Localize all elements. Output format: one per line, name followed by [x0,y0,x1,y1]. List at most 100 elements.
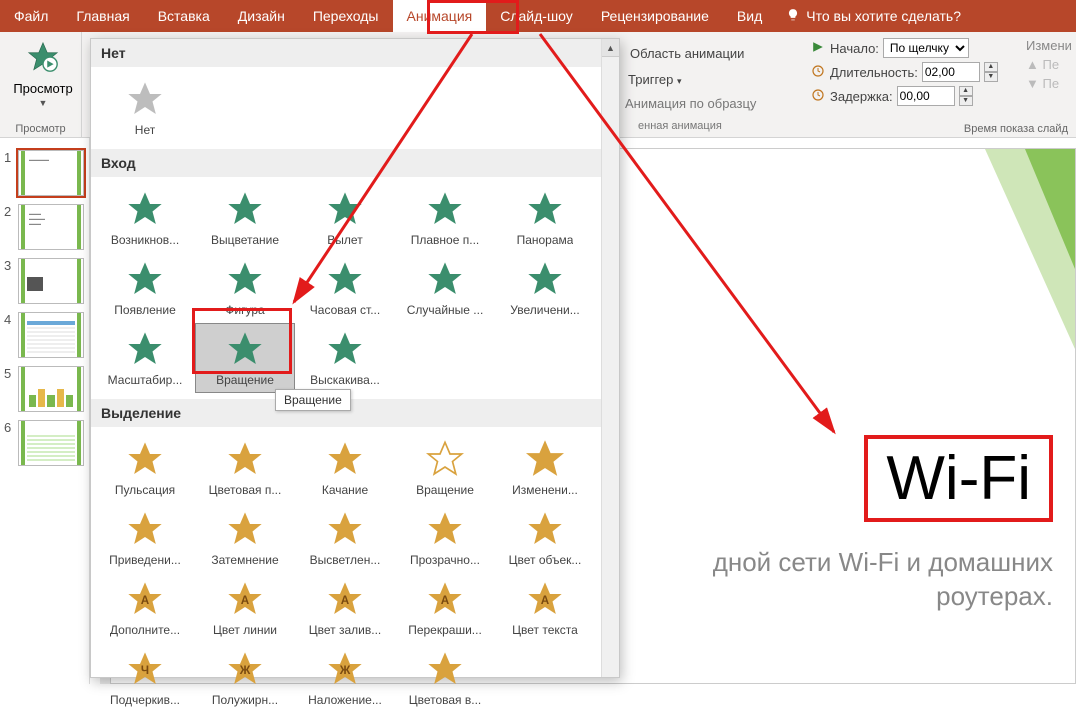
anim-emphasis-item[interactable]: A Перекраши... [395,573,495,643]
delay-spinner[interactable]: ▲▼ [959,86,973,106]
slide-thumb-6[interactable] [18,420,84,466]
anim-entrance-item[interactable]: Фигура [195,253,295,323]
tab-transitions[interactable]: Переходы [299,0,393,32]
anim-none-label: Нет [135,123,155,137]
duration-field[interactable] [922,62,980,82]
tell-me[interactable]: Что вы хотите сделать? [776,0,971,32]
duration-spinner[interactable]: ▲▼ [984,62,998,82]
start-select[interactable]: По щелчку [883,38,969,58]
anim-item-label: Пульсация [115,483,175,497]
anim-item-label: Изменени... [512,483,578,497]
star-emphasis-icon: A [525,579,565,619]
anim-item-label: Фигура [225,303,264,317]
anim-emphasis-item[interactable]: Приведени... [95,503,195,573]
thumb-number: 6 [4,420,16,435]
preview-star-icon [26,40,60,79]
svg-text:Ж: Ж [339,664,351,677]
anim-emphasis-item[interactable]: Ж Полужирн... [195,643,295,713]
slide-thumb-4[interactable] [18,312,84,358]
group-timing: Начало: По щелчку Длительность: ▲▼ Задер… [802,32,1006,108]
anim-emphasis-item[interactable]: A Цвет линии [195,573,295,643]
slide-thumb-2[interactable]: ▬▬▬▬▬▬▬▬▬▬ [18,204,84,250]
star-emphasis-icon: Ж [325,649,365,689]
anim-none[interactable]: Нет [95,73,195,143]
star-emphasis-icon [225,439,265,479]
anim-emphasis-item[interactable]: Цветовая в... [395,643,495,713]
anim-emphasis-item[interactable]: Пульсация [95,433,195,503]
anim-emphasis-item[interactable]: Прозрачно... [395,503,495,573]
anim-entrance-item[interactable]: Плавное п... [395,183,495,253]
slide-thumb-5[interactable] [18,366,84,412]
anim-emphasis-item[interactable]: A Цвет залив... [295,573,395,643]
anim-emphasis-item[interactable]: A Дополните... [95,573,195,643]
gallery-section-none: Нет [91,39,619,67]
move-later[interactable]: Пе [1042,76,1059,91]
anim-item-label: Высветлен... [310,553,381,567]
delay-field[interactable] [897,86,955,106]
scroll-up-icon[interactable]: ▲ [602,39,619,57]
move-earlier[interactable]: Пе [1042,57,1059,72]
trigger-button[interactable]: Триггер ▾ [628,72,682,87]
slide-thumb-3[interactable] [18,258,84,304]
animation-painter-button[interactable]: Анимация по образцу [625,96,756,111]
tab-file[interactable]: Файл [0,0,62,32]
anim-entrance-item[interactable]: Вылет [295,183,395,253]
star-none-icon [125,79,165,119]
anim-entrance-item[interactable]: Панорама [495,183,595,253]
anim-item-label: Появление [114,303,176,317]
tab-design[interactable]: Дизайн [224,0,299,32]
tab-review[interactable]: Рецензирование [587,0,723,32]
delay-label: Задержка: [830,89,893,104]
anim-entrance-item[interactable]: Масштабир... [95,323,195,393]
star-entrance-icon [525,189,565,229]
slide-thumb-1[interactable]: ▬▬▬▬▬ [18,150,84,196]
star-entrance-icon [325,329,365,369]
preview-button[interactable]: Просмотр ▼ [6,36,80,108]
tab-insert[interactable]: Вставка [144,0,224,32]
anim-emphasis-item[interactable]: Ч Подчеркив... [95,643,195,713]
anim-entrance-item[interactable]: Появление [95,253,195,323]
star-entrance-icon [425,259,465,299]
star-entrance-icon [525,259,565,299]
star-entrance-icon [125,189,165,229]
wifi-title-box[interactable]: Wi-Fi [864,435,1053,522]
star-entrance-icon [325,189,365,229]
star-emphasis-icon [325,509,365,549]
anim-emphasis-item[interactable]: Затемнение [195,503,295,573]
gallery-scrollbar[interactable]: ▲ [601,39,619,677]
anim-emphasis-item[interactable]: Цветовая п... [195,433,295,503]
group-label-timing: Время показа слайд [964,123,1068,135]
thumb-number: 2 [4,204,16,219]
anim-emphasis-item[interactable]: Высветлен... [295,503,395,573]
anim-entrance-item[interactable]: Вращение [195,323,295,393]
duration-label: Длительность: [830,65,918,80]
tab-view[interactable]: Вид [723,0,776,32]
anim-item-label: Вращение [416,483,474,497]
tab-home[interactable]: Главная [62,0,143,32]
anim-item-label: Цветовая п... [209,483,282,497]
anim-entrance-item[interactable]: Выскакива... [295,323,395,393]
anim-emphasis-item[interactable]: A Цвет текста [495,573,595,643]
anim-entrance-item[interactable]: Выцветание [195,183,295,253]
delay-row: Задержка: ▲▼ [810,86,998,106]
star-emphasis-icon: Ч [125,649,165,689]
anim-item-label: Выскакива... [310,373,380,387]
anim-emphasis-item[interactable]: Качание [295,433,395,503]
star-emphasis-icon [225,509,265,549]
star-emphasis-icon: A [125,579,165,619]
tell-me-label: Что вы хотите сделать? [806,8,961,24]
anim-emphasis-item[interactable]: Ж Наложение... [295,643,395,713]
anim-entrance-item[interactable]: Часовая ст... [295,253,395,323]
anim-emphasis-item[interactable]: Изменени... [495,433,595,503]
anim-entrance-item[interactable]: Случайные ... [395,253,495,323]
animation-pane-button[interactable]: Область анимации [630,46,744,61]
anim-item-label: Масштабир... [108,373,183,387]
anim-entrance-item[interactable]: Возникнов... [95,183,195,253]
tab-animation[interactable]: Анимация [393,0,487,32]
anim-emphasis-item[interactable]: Вращение [395,433,495,503]
gallery-section-entrance: Вход [91,149,619,177]
anim-emphasis-item[interactable]: Цвет объек... [495,503,595,573]
anim-entrance-item[interactable]: Увеличени... [495,253,595,323]
tab-slideshow[interactable]: Слайд-шоу [486,0,587,32]
anim-item-label: Возникнов... [111,233,179,247]
